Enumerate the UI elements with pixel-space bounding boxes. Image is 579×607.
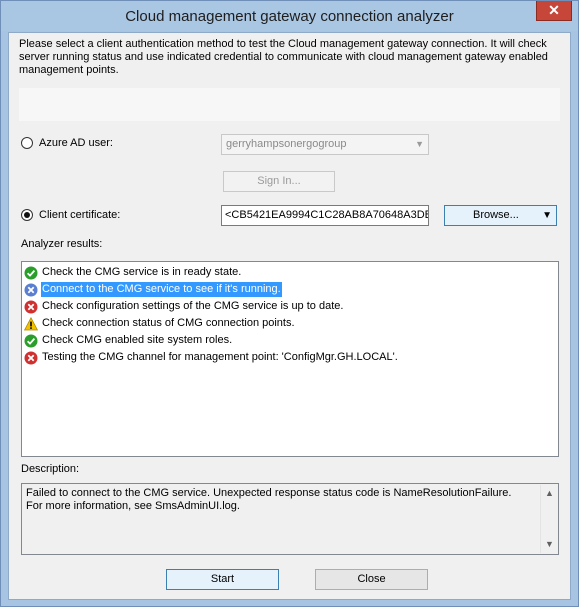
certificate-field[interactable]: <CB5421EA9994C1C28AB8A70648A3DBA	[221, 205, 429, 226]
window-close-button[interactable]: ✕	[536, 1, 572, 21]
result-text: Testing the CMG channel for management p…	[42, 351, 398, 363]
green-check-icon	[24, 266, 38, 280]
scroll-down-icon[interactable]: ▼	[541, 536, 558, 553]
analyzer-window: Cloud management gateway connection anal…	[0, 0, 579, 607]
title-bar[interactable]: Cloud management gateway connection anal…	[1, 1, 578, 31]
warning-triangle-icon	[24, 317, 38, 331]
client-certificate-label: Client certificate:	[39, 209, 121, 221]
azure-ad-radio[interactable]	[21, 137, 33, 149]
client-certificate-radio[interactable]	[21, 209, 33, 221]
description-box[interactable]: Failed to connect to the CMG service. Un…	[21, 483, 559, 555]
result-text: Connect to the CMG service to see if it'…	[41, 282, 282, 297]
description-label: Description:	[21, 463, 80, 475]
blue-x-icon	[24, 283, 38, 297]
window-title: Cloud management gateway connection anal…	[125, 8, 454, 25]
chevron-down-icon: ▼	[415, 139, 424, 149]
green-check-icon	[24, 334, 38, 348]
dropdown-arrow-icon: ▼	[542, 210, 552, 221]
red-x-icon	[24, 300, 38, 314]
azure-ad-label: Azure AD user:	[39, 137, 113, 149]
intro-panel	[19, 88, 560, 121]
close-button[interactable]: Close	[315, 569, 428, 590]
sign-in-button[interactable]: Sign In...	[223, 171, 335, 192]
description-scrollbar[interactable]: ▲ ▼	[540, 485, 557, 553]
scroll-up-icon[interactable]: ▲	[541, 485, 558, 502]
result-text: Check configuration settings of the CMG …	[42, 300, 344, 312]
azure-user-value: gerryhampsonergogroup	[226, 138, 347, 150]
dialog-client-area: Please select a client authentication me…	[8, 32, 571, 600]
analyzer-results-list[interactable]: Check the CMG service is in ready state.…	[21, 261, 559, 457]
red-x-icon	[24, 351, 38, 365]
result-text: Check CMG enabled site system roles.	[42, 334, 233, 346]
browse-label: Browse...	[473, 209, 519, 221]
analyzer-results-label: Analyzer results:	[21, 238, 103, 250]
close-icon: ✕	[548, 2, 560, 18]
azure-ad-radio-circle	[21, 137, 33, 149]
intro-text: Please select a client authentication me…	[19, 38, 548, 76]
description-text: Failed to connect to the CMG service. Un…	[26, 487, 512, 512]
result-text: Check connection status of CMG connectio…	[42, 317, 295, 329]
browse-button[interactable]: Browse... ▼	[444, 205, 557, 226]
azure-user-dropdown[interactable]: gerryhampsonergogroup ▼	[221, 134, 429, 155]
start-button[interactable]: Start	[166, 569, 279, 590]
client-certificate-radio-circle	[21, 209, 33, 221]
result-text: Check the CMG service is in ready state.	[42, 266, 242, 278]
